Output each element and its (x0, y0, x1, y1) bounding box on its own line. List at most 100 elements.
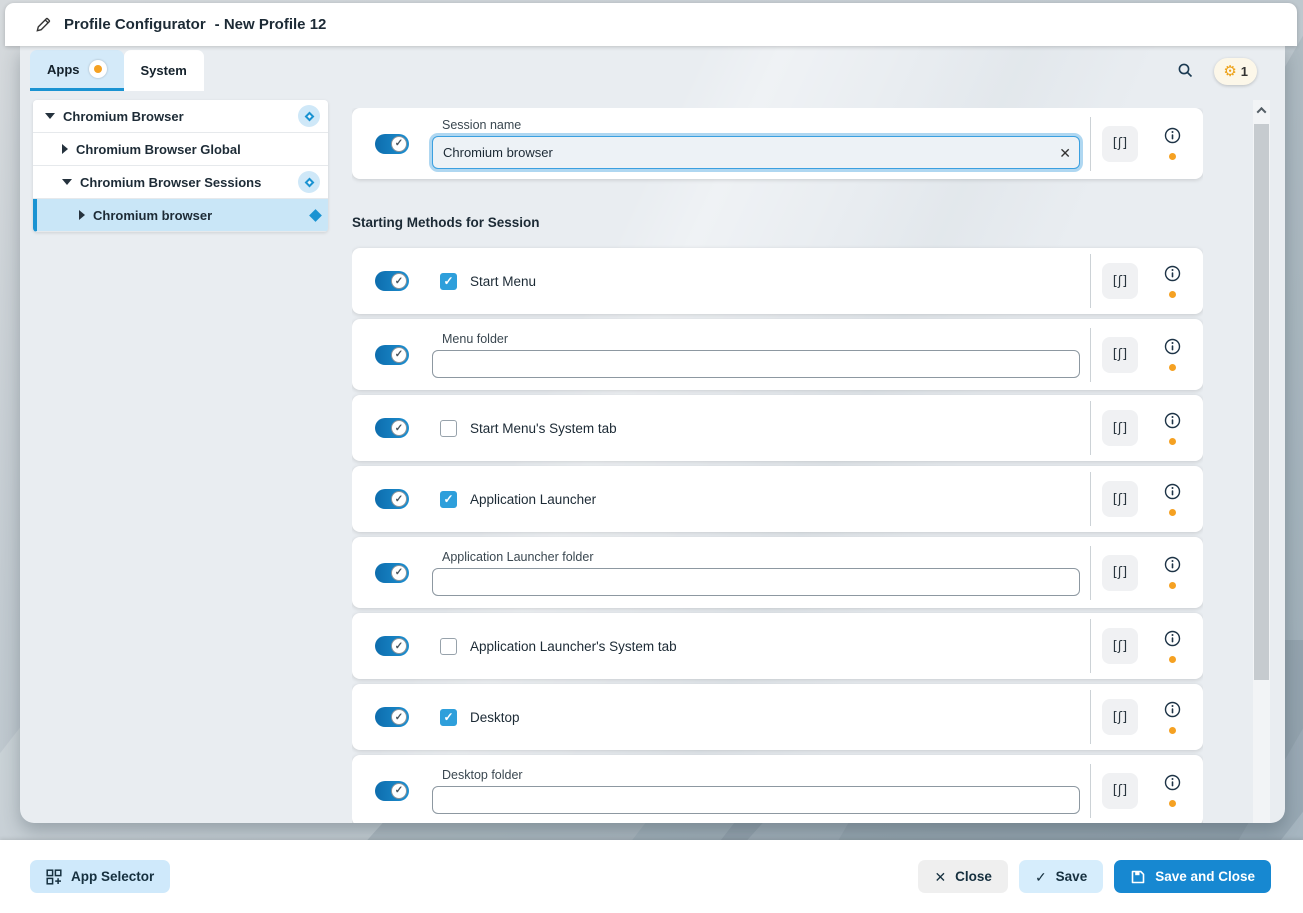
clear-icon[interactable]: ✕ (1059, 146, 1071, 160)
section-header: Starting Methods for Session (352, 215, 1203, 230)
tree-item[interactable]: Chromium browser (33, 199, 328, 232)
checkbox-label: Start Menu's System tab (470, 421, 617, 436)
checkbox[interactable] (440, 273, 457, 290)
enable-toggle[interactable] (375, 418, 409, 438)
info-icon[interactable] (1164, 412, 1181, 429)
app-selector-button[interactable]: App Selector (30, 860, 170, 893)
function-button[interactable]: [ʃ] (1102, 337, 1138, 373)
toggle-check-icon (391, 565, 407, 581)
info-icon[interactable] (1164, 630, 1181, 647)
close-button[interactable]: ✕ Close (918, 860, 1008, 893)
modified-dot-icon (1169, 800, 1176, 807)
tree-item-label: Chromium browser (93, 208, 212, 223)
tab-system-label: System (141, 63, 187, 78)
caret-down-icon[interactable] (62, 179, 72, 185)
save-button[interactable]: ✓ Save (1019, 860, 1103, 893)
function-button[interactable]: [ʃ] (1102, 126, 1138, 162)
function-button[interactable]: [ʃ] (1102, 555, 1138, 591)
text-input[interactable] (432, 568, 1080, 596)
modified-dot-icon (1169, 153, 1176, 160)
modified-dot-icon (1169, 438, 1176, 445)
scrollbar[interactable] (1253, 100, 1270, 823)
info-icon[interactable] (1164, 556, 1181, 573)
tree-item-label: Chromium Browser Sessions (80, 175, 261, 190)
toggle-check-icon (391, 638, 407, 654)
divider (1090, 619, 1091, 673)
settings-list: Session name ✕ [ʃ] Starting Methods for … (352, 108, 1203, 823)
divider (1090, 401, 1091, 455)
credits-badge[interactable]: ⚙ 1 (1214, 58, 1257, 85)
checkbox[interactable] (440, 638, 457, 655)
text-input[interactable] (432, 786, 1080, 814)
save-label: Save (1056, 869, 1088, 884)
search-icon[interactable] (1175, 60, 1196, 84)
scrollbar-thumb[interactable] (1254, 124, 1269, 680)
save-and-close-button[interactable]: Save and Close (1114, 860, 1271, 893)
setting-row: Menu folder [ʃ] (352, 319, 1203, 390)
toggle-check-icon (391, 273, 407, 289)
caret-right-icon[interactable] (79, 210, 85, 220)
tab-apps-label: Apps (47, 62, 80, 77)
floppy-icon (1130, 869, 1146, 885)
toggle-check-icon (391, 783, 407, 799)
modified-dot-icon (1169, 291, 1176, 298)
text-input[interactable] (432, 136, 1080, 169)
field-label: Session name (442, 118, 1090, 132)
info-icon[interactable] (1164, 701, 1181, 718)
app-tree: Chromium Browser Chromium Browser Global… (33, 100, 328, 232)
setting-row: Start Menu's System tab [ʃ] (352, 395, 1203, 461)
enable-toggle[interactable] (375, 707, 409, 727)
function-button[interactable]: [ʃ] (1102, 481, 1138, 517)
info-icon[interactable] (1164, 774, 1181, 791)
function-button[interactable]: [ʃ] (1102, 410, 1138, 446)
enable-toggle[interactable] (375, 636, 409, 656)
function-button[interactable]: [ʃ] (1102, 699, 1138, 735)
enable-toggle[interactable] (375, 345, 409, 365)
tree-item-label: Chromium Browser Global (76, 142, 241, 157)
caret-right-icon[interactable] (62, 144, 68, 154)
function-button[interactable]: [ʃ] (1102, 628, 1138, 664)
setting-row: Desktop folder [ʃ] (352, 755, 1203, 823)
divider (1090, 117, 1091, 171)
caret-down-icon[interactable] (45, 113, 55, 119)
toggle-check-icon (391, 491, 407, 507)
tree-item[interactable]: Chromium Browser (33, 100, 328, 133)
setting-row: Application Launcher [ʃ] (352, 466, 1203, 532)
diamond-solid-icon (311, 211, 320, 220)
field-label: Desktop folder (442, 768, 1090, 782)
tab-apps[interactable]: Apps (30, 50, 124, 91)
toggle-check-icon (391, 347, 407, 363)
checkbox[interactable] (440, 420, 457, 437)
function-button[interactable]: [ʃ] (1102, 263, 1138, 299)
setting-row: Application Launcher's System tab [ʃ] (352, 613, 1203, 679)
setting-row: Application Launcher folder [ʃ] (352, 537, 1203, 608)
checkbox[interactable] (440, 709, 457, 726)
enable-toggle[interactable] (375, 271, 409, 291)
tab-system[interactable]: System (124, 50, 204, 91)
info-icon[interactable] (1164, 483, 1181, 500)
enable-toggle[interactable] (375, 563, 409, 583)
checkbox[interactable] (440, 491, 457, 508)
gear-coin-icon: ⚙ (1223, 64, 1236, 79)
app-selector-label: App Selector (71, 869, 154, 884)
tree-item[interactable]: Chromium Browser Global (33, 133, 328, 166)
checkbox-label: Start Menu (470, 274, 536, 289)
tree-item[interactable]: Chromium Browser Sessions (33, 166, 328, 199)
info-icon[interactable] (1164, 127, 1181, 144)
setting-row: Session name ✕ [ʃ] (352, 108, 1203, 179)
enable-toggle[interactable] (375, 134, 409, 154)
text-input[interactable] (432, 350, 1080, 378)
toggle-check-icon (391, 420, 407, 436)
function-button[interactable]: [ʃ] (1102, 773, 1138, 809)
check-icon: ✓ (1035, 870, 1047, 884)
app-grid-icon (46, 869, 62, 885)
scroll-up-icon[interactable] (1253, 100, 1270, 120)
info-icon[interactable] (1164, 265, 1181, 282)
save-and-close-label: Save and Close (1155, 869, 1255, 884)
info-icon[interactable] (1164, 338, 1181, 355)
tab-bar: Apps System (30, 50, 204, 91)
checkbox-row: Start Menu's System tab (432, 420, 1090, 437)
checkbox-label: Desktop (470, 710, 520, 725)
enable-toggle[interactable] (375, 781, 409, 801)
enable-toggle[interactable] (375, 489, 409, 509)
